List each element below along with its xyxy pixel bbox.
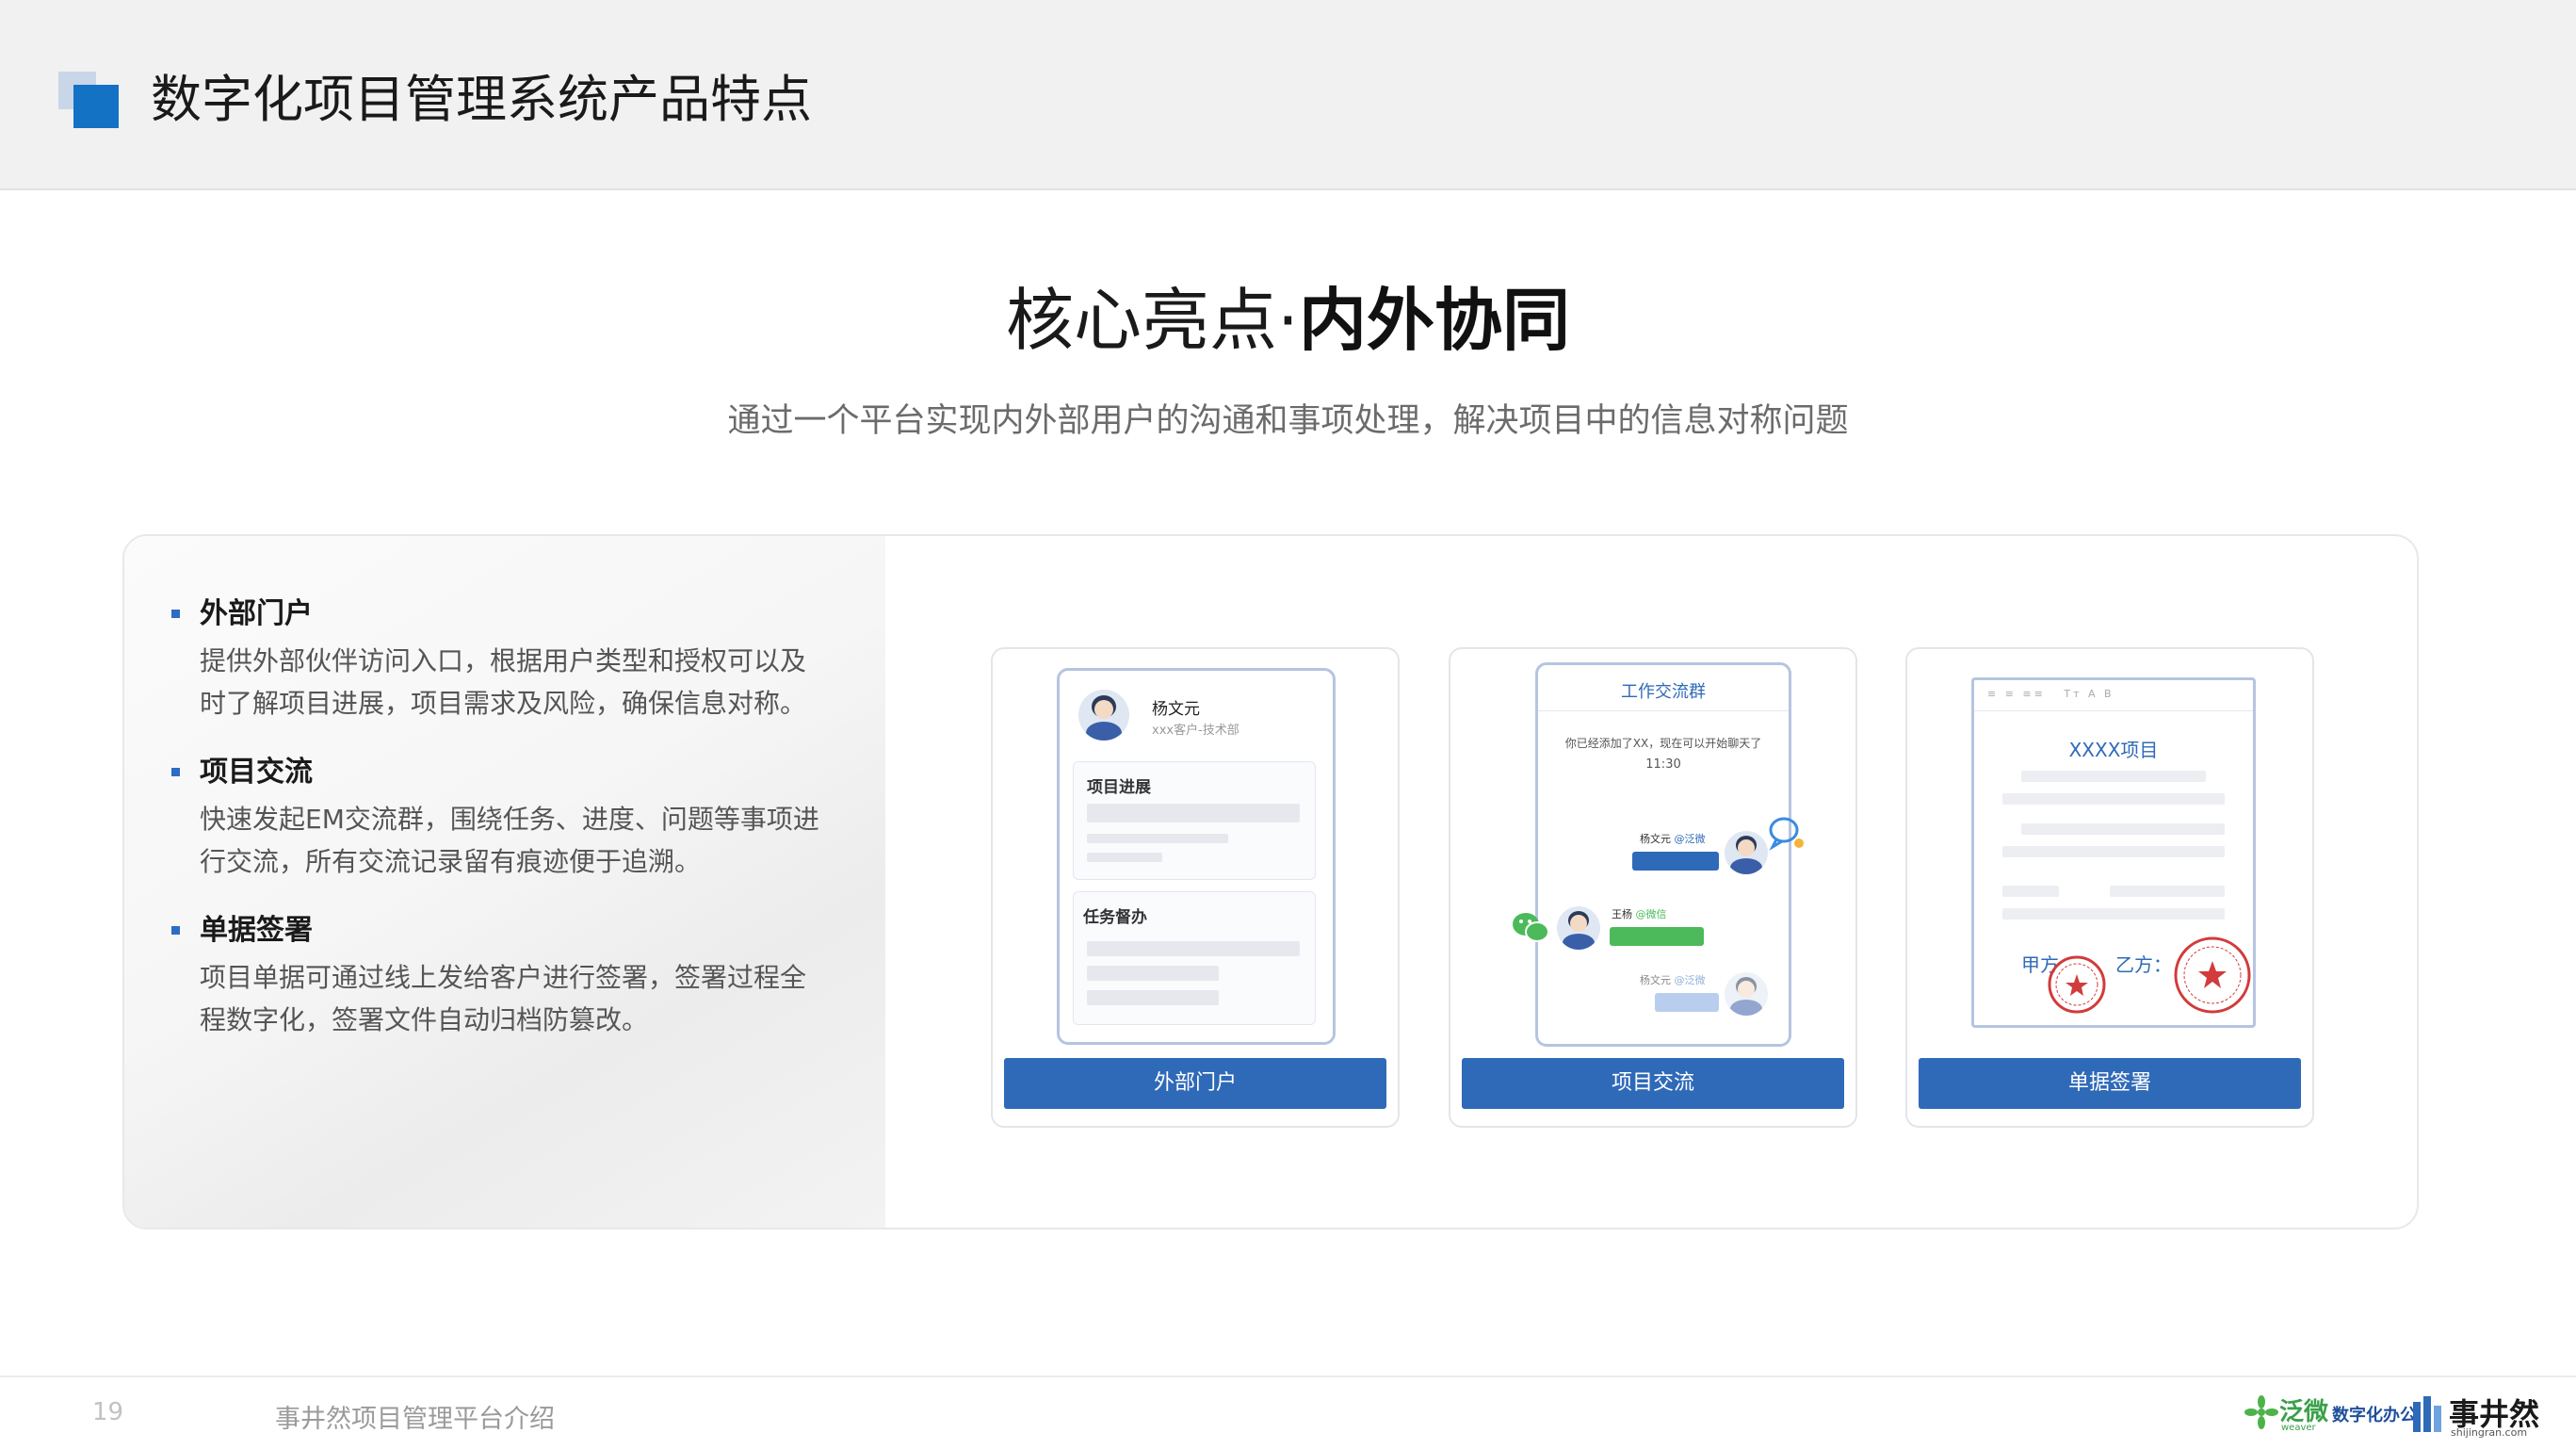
chat-group-title: 工作交流群: [1621, 682, 1706, 702]
weaver-leaf-icon: [2244, 1395, 2278, 1429]
footer-divider: [0, 1376, 2576, 1377]
project-chat-button[interactable]: 项目交流: [1462, 1058, 1844, 1109]
footer-caption: 事井然项目管理平台介绍: [275, 1405, 555, 1434]
headline-subtitle: 通过一个平台实现内外部用户的沟通和事项处理，解决项目中的信息对称问题: [727, 402, 1849, 440]
chat-avatar: [1725, 972, 1768, 1016]
task-section: 任务督办: [1073, 891, 1316, 1025]
task-section-title: 任务督办: [1083, 908, 1147, 927]
progress-section: 项目进展: [1073, 761, 1316, 880]
weaver-sub: weaver: [2281, 1423, 2316, 1433]
feature-desc: 项目单据可通过线上发给客户进行签署，签署过程全程数字化，签署文件自动归档防篡改。: [200, 962, 807, 1035]
feature-desc: 快速发起EM交流群，围绕任务、进度、问题等事项进行交流，所有交流记录留有痕迹便于…: [200, 804, 819, 877]
progress-section-title: 项目进展: [1087, 778, 1151, 797]
party-b-label: 乙方：: [2115, 953, 2172, 976]
stamp-b-icon: [2174, 936, 2251, 1014]
user-avatar: [1078, 690, 1129, 741]
feature-title: 外部门户: [171, 594, 831, 634]
feature-item: 外部门户 提供外部伙伴访问入口，根据用户类型和授权可以及时了解项目进展，项目需求…: [171, 594, 831, 724]
portal-phone-mockup: 杨文元 xxx客户-技术部 项目进展 任务督办: [1057, 668, 1336, 1045]
stamp-a-icon: [2048, 955, 2106, 1014]
page-title: 数字化项目管理系统产品特点: [151, 70, 812, 129]
chat-card: 工作交流群 你已经添加了XX，现在可以开始聊天了 11:30 杨文元 @泛微 王…: [1449, 647, 1857, 1128]
feature-item: 单据签署 项目单据可通过线上发给客户进行签署，签署过程全程数字化，签署文件自动归…: [171, 911, 831, 1041]
chat-system-message: 你已经添加了XX，现在可以开始聊天了: [1564, 737, 1762, 750]
title-decoration-front: [73, 85, 119, 128]
chat-bubble-icon: [1769, 817, 1804, 851]
chat-msg2-name: 王杨 @微信: [1612, 908, 1667, 920]
chat-phone-mockup: 工作交流群 你已经添加了XX，现在可以开始聊天了 11:30 杨文元 @泛微 王…: [1535, 662, 1791, 1047]
portal-user-role: xxx客户-技术部: [1152, 724, 1239, 738]
doc-title: XXXX项目: [2068, 739, 2159, 761]
feature-title: 单据签署: [171, 911, 831, 951]
chat-msg1-name: 杨文元 @泛微: [1640, 833, 1706, 845]
wechat-icon: [1513, 913, 1549, 942]
chat-bubble: [1610, 927, 1704, 946]
headline: 核心亮点·内外协同: [0, 273, 2576, 367]
shijingran-logo: 事井然 shijingran.com: [2413, 1391, 2545, 1439]
content-panel: 外部门户 提供外部伙伴访问入口，根据用户类型和授权可以及时了解项目进展，项目需求…: [122, 534, 2419, 1229]
portal-card: 杨文元 xxx客户-技术部 项目进展 任务督办 外部门户: [991, 647, 1400, 1128]
chat-msg3-name: 杨文元 @泛微: [1640, 974, 1706, 986]
doc-toolbar: ≡ ≡ ≡≡ Tт A B: [1987, 688, 2114, 700]
chat-bubble: [1655, 993, 1719, 1012]
chat-avatar: [1557, 906, 1600, 950]
weaver-logo: 泛微 weaver 数字化办公: [2244, 1392, 2419, 1436]
external-portal-button[interactable]: 外部门户: [1004, 1058, 1386, 1109]
document-sign-button[interactable]: 单据签署: [1919, 1058, 2301, 1109]
shijingran-mark-icon: [2413, 1396, 2441, 1432]
feature-item: 项目交流 快速发起EM交流群，围绕任务、进度、问题等事项进行交流，所有交流记录留…: [171, 753, 831, 883]
headline-prefix: 核心亮点·: [1006, 281, 1299, 360]
chat-timestamp: 11:30: [1645, 757, 1681, 772]
page-number: 19: [92, 1398, 124, 1426]
chat-avatar: [1725, 831, 1768, 874]
chat-bubble: [1632, 852, 1719, 871]
sign-card: ≡ ≡ ≡≡ Tт A B XXXX项目 甲方 乙方： 单据签署: [1905, 647, 2314, 1128]
document-mockup: ≡ ≡ ≡≡ Tт A B XXXX项目 甲方 乙方：: [1971, 677, 2256, 1028]
feature-list-pane: 外部门户 提供外部伙伴访问入口，根据用户类型和授权可以及时了解项目进展，项目需求…: [124, 536, 885, 1228]
headline-emphasis: 内外协同: [1298, 281, 1570, 360]
shijingran-url: shijingran.com: [2451, 1426, 2528, 1439]
weaver-tag: 数字化办公: [2332, 1406, 2417, 1425]
feature-desc: 提供外部伙伴访问入口，根据用户类型和授权可以及时了解项目进展，项目需求及风险，确…: [200, 645, 807, 719]
portal-user-name: 杨文元: [1152, 700, 1200, 719]
feature-title: 项目交流: [171, 753, 831, 792]
